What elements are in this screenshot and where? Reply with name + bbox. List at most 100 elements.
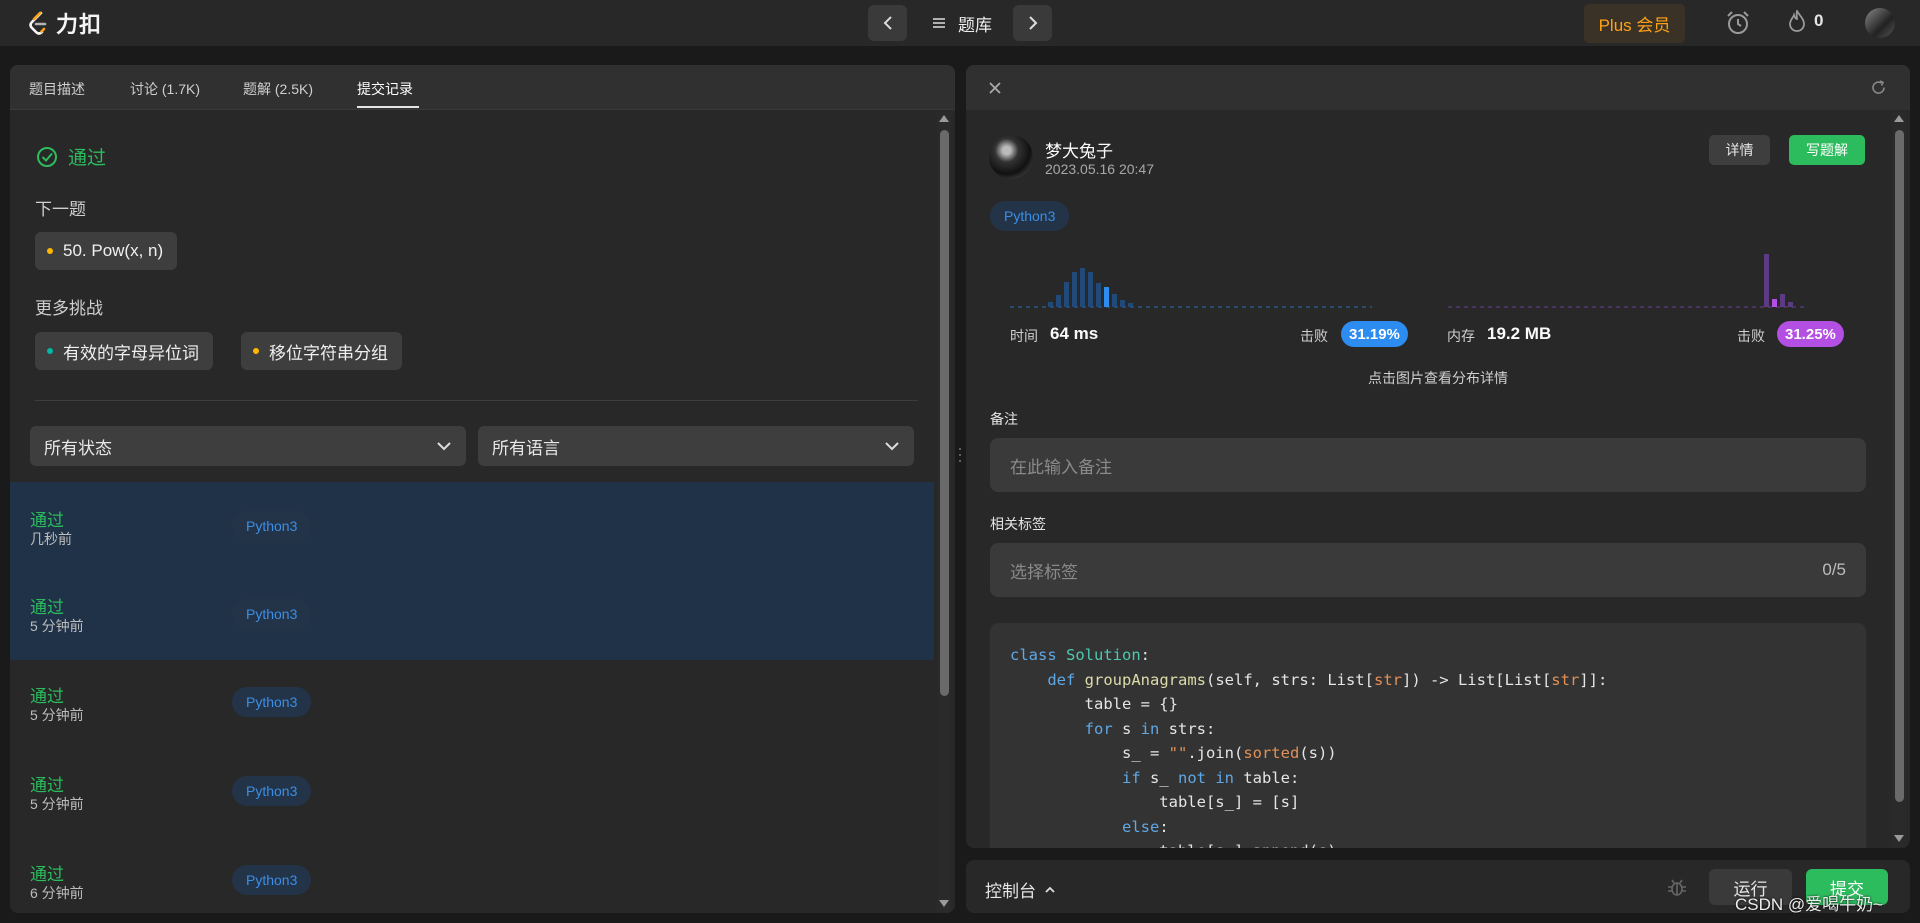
tab-bar: 题目描述 讨论 (1.7K) 题解 (2.5K) 提交记录 xyxy=(10,65,955,110)
problem-list-label: 题库 xyxy=(958,15,992,35)
runtime-beat-badge: 31.19% xyxy=(1341,321,1408,347)
problem-list-button[interactable]: 题库 xyxy=(932,11,992,35)
tags-count: 0/5 xyxy=(1822,560,1846,579)
status-filter-select[interactable]: 所有状态 xyxy=(30,426,466,466)
divider xyxy=(35,400,918,401)
note-label: 备注 xyxy=(990,411,1018,427)
chevron-down-icon xyxy=(885,442,899,451)
tab-submissions[interactable]: 提交记录 xyxy=(357,79,413,99)
plus-membership-button[interactable]: Plus 会员 xyxy=(1584,4,1685,43)
submission-row[interactable]: 通过 几秒前 Python3 xyxy=(10,482,934,571)
leetcode-logo-icon xyxy=(29,11,47,35)
submission-time: 6 分钟前 xyxy=(30,885,84,901)
submission-language: Python3 xyxy=(232,511,312,541)
submission-date: 2023.05.16 20:47 xyxy=(1045,161,1154,177)
submission-row[interactable]: 通过 5 分钟前 Python3 xyxy=(10,749,934,838)
result-status: 通过 xyxy=(68,148,107,169)
chevron-left-icon xyxy=(883,16,892,30)
submission-language: Python3 xyxy=(232,687,312,717)
memory-beat-badge: 31.25% xyxy=(1777,321,1844,347)
tags-label: 相关标签 xyxy=(990,516,1046,532)
left-panel: 题目描述 讨论 (1.7K) 题解 (2.5K) 提交记录 通过 下一题 50.… xyxy=(10,65,955,913)
detail-header xyxy=(966,65,1910,110)
language-badge: Python3 xyxy=(990,201,1070,231)
console-toggle[interactable]: 控制台 xyxy=(985,877,1056,902)
challenge-chip[interactable]: 移位字符串分组 xyxy=(241,332,402,370)
submission-time: 几秒前 xyxy=(30,531,72,547)
submission-row[interactable]: 通过 6 分钟前 Python3 xyxy=(10,838,934,913)
panel-resize-handle[interactable] xyxy=(959,448,961,470)
close-icon[interactable] xyxy=(988,81,1002,95)
runtime-label: 时间 xyxy=(1010,328,1038,344)
top-navbar: 力扣 题库 Plus 会员 0 xyxy=(0,0,1920,46)
submission-language: Python3 xyxy=(232,865,312,895)
submission-status: 通过 xyxy=(30,776,64,795)
memory-value: 19.2 MB xyxy=(1487,324,1552,343)
console-label: 控制台 xyxy=(985,882,1036,901)
prev-problem-button[interactable] xyxy=(868,5,907,41)
memory-label: 内存 xyxy=(1447,328,1475,344)
submission-status: 通过 xyxy=(30,687,64,706)
note-placeholder: 在此输入备注 xyxy=(1010,457,1112,477)
next-problem-button[interactable] xyxy=(1013,5,1052,41)
streak-count: 0 xyxy=(1814,11,1824,30)
submission-status: 通过 xyxy=(30,865,64,884)
status-filter-value: 所有状态 xyxy=(44,438,112,458)
distribution-hint: 点击图片查看分布详情 xyxy=(1368,370,1508,386)
scrollbar-thumb[interactable] xyxy=(1895,130,1904,802)
scroll-up-arrow-icon[interactable] xyxy=(939,115,949,122)
user-avatar[interactable] xyxy=(1865,8,1895,38)
more-challenges-label: 更多挑战 xyxy=(35,299,103,318)
left-scrollbar[interactable] xyxy=(937,112,951,913)
runtime-distribution-chart[interactable] xyxy=(1010,249,1372,309)
author-avatar[interactable] xyxy=(989,135,1033,179)
list-icon xyxy=(933,18,945,28)
watermark-text: CSDN @爱喝牛奶~ xyxy=(1735,895,1884,914)
alarm-icon[interactable] xyxy=(1725,10,1751,36)
submission-row[interactable]: 通过 5 分钟前 Python3 xyxy=(10,571,934,660)
fire-icon xyxy=(1789,10,1805,32)
submission-time: 5 分钟前 xyxy=(30,618,84,634)
logo-text: 力扣 xyxy=(56,12,103,37)
logo[interactable]: 力扣 xyxy=(28,8,102,38)
next-problem-title: 50. Pow(x, n) xyxy=(63,241,164,260)
submission-detail-panel: 梦大兔子 2023.05.16 20:47 详情 写题解 Python3 时间 … xyxy=(966,65,1910,848)
tab-solutions[interactable]: 题解 (2.5K) xyxy=(243,79,313,99)
tab-description[interactable]: 题目描述 xyxy=(29,79,85,99)
refresh-icon[interactable] xyxy=(1870,79,1887,96)
result-header: 通过 xyxy=(36,143,106,170)
submission-language: Python3 xyxy=(232,599,312,629)
submission-row[interactable]: 通过 5 分钟前 Python3 xyxy=(10,660,934,749)
chevron-down-icon xyxy=(437,442,451,451)
scrollbar-thumb[interactable] xyxy=(940,130,949,696)
note-input[interactable]: 在此输入备注 xyxy=(990,438,1866,492)
write-solution-button[interactable]: 写题解 xyxy=(1789,135,1865,165)
scroll-down-arrow-icon[interactable] xyxy=(1894,835,1904,842)
details-button[interactable]: 详情 xyxy=(1709,135,1770,165)
active-tab-indicator xyxy=(357,106,419,108)
memory-distribution-chart[interactable] xyxy=(1448,249,1808,309)
difficulty-dot xyxy=(253,348,259,354)
language-filter-select[interactable]: 所有语言 xyxy=(478,426,914,466)
tags-placeholder: 选择标签 xyxy=(1010,562,1078,582)
runtime-value: 64 ms xyxy=(1050,324,1099,343)
chevron-up-icon xyxy=(1045,886,1055,893)
scroll-up-arrow-icon[interactable] xyxy=(1894,115,1904,122)
next-problem-chip[interactable]: 50. Pow(x, n) xyxy=(35,232,178,270)
tab-discussion[interactable]: 讨论 (1.7K) xyxy=(130,79,200,99)
debug-icon[interactable] xyxy=(1666,876,1688,898)
challenge-chip[interactable]: 有效的字母异位词 xyxy=(35,332,213,370)
author-name[interactable]: 梦大兔子 xyxy=(1045,137,1113,162)
streak-counter[interactable]: 0 xyxy=(1788,10,1823,32)
code-viewer[interactable]: class Solution: def groupAnagrams(self, … xyxy=(990,623,1866,848)
memory-beat-label: 击败 xyxy=(1737,328,1765,344)
submission-time: 5 分钟前 xyxy=(30,796,84,812)
difficulty-dot xyxy=(47,248,53,254)
scroll-down-arrow-icon[interactable] xyxy=(939,900,949,907)
challenge-title: 移位字符串分组 xyxy=(269,343,388,363)
submission-status: 通过 xyxy=(30,598,64,617)
language-filter-value: 所有语言 xyxy=(492,438,560,458)
right-scrollbar[interactable] xyxy=(1892,112,1906,848)
tags-select[interactable]: 选择标签 0/5 xyxy=(990,543,1866,597)
submission-time: 5 分钟前 xyxy=(30,707,84,723)
